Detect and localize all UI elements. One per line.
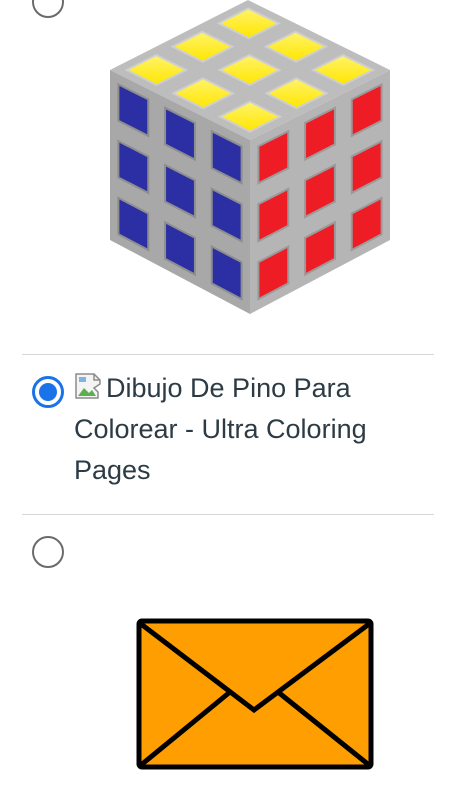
option-radio-envelope[interactable] <box>32 536 64 568</box>
option-radio-pine-drawing[interactable] <box>32 376 64 408</box>
broken-image-icon <box>75 373 101 399</box>
option-label-text: Dibujo De Pino Para Colorear - Ultra Col… <box>74 373 367 485</box>
option-radio-rubiks-cube[interactable] <box>32 0 64 18</box>
envelope-image <box>136 618 374 770</box>
option-label-pine-drawing[interactable]: Dibujo De Pino Para Colorear - Ultra Col… <box>74 368 414 491</box>
option-divider <box>22 514 434 515</box>
rubiks-cube-image <box>110 0 390 314</box>
option-divider <box>22 354 434 355</box>
